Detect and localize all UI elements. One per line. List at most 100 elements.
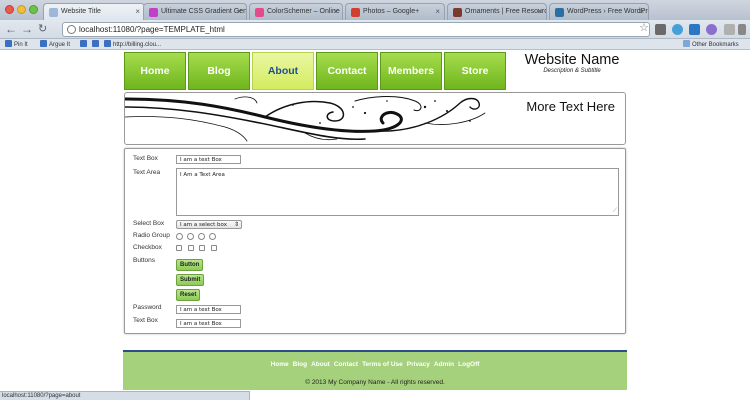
footer-link[interactable]: Home <box>271 361 289 368</box>
favicon-icon <box>555 8 564 17</box>
footer-link[interactable]: Contact <box>334 361 358 368</box>
radio-button[interactable] <box>187 233 194 240</box>
footer-link[interactable]: LogOff <box>458 361 479 368</box>
bookmark-w1[interactable] <box>80 40 89 48</box>
radio-button[interactable] <box>176 233 183 240</box>
nav-item-contact[interactable]: Contact <box>316 52 378 90</box>
textarea-value: I Am a Text Area <box>180 172 225 178</box>
extension-icon-4[interactable] <box>724 24 735 35</box>
bookmark-icon <box>80 40 87 47</box>
favicon-icon <box>149 8 158 17</box>
nav-item-home[interactable]: Home <box>124 52 186 90</box>
wrench-icon[interactable] <box>655 24 666 35</box>
browser-tab[interactable]: WordPress › Free WordPress× <box>549 3 649 20</box>
radio-group-label: Radio Group <box>133 232 170 239</box>
zoom-window-button[interactable] <box>29 5 38 14</box>
text-box-input[interactable]: I am a text Box <box>176 155 241 164</box>
menu-icon[interactable] <box>738 24 746 35</box>
close-tab-icon[interactable]: × <box>237 7 242 16</box>
favicon-icon <box>49 8 58 17</box>
tab-label: Website Title <box>61 8 101 15</box>
other-bookmarks[interactable]: Other Bookmarks <box>683 40 739 48</box>
tab-label: WordPress › Free WordPress <box>567 8 648 15</box>
bookmark-argue-it[interactable]: Argue It <box>40 40 70 48</box>
nav-item-blog[interactable]: Blog <box>188 52 250 90</box>
radio-button[interactable] <box>198 233 205 240</box>
select-label: Select Box <box>133 220 165 227</box>
browser-tab[interactable]: Ultimate CSS Gradient Gene × <box>143 3 247 20</box>
generic-button[interactable]: Button <box>176 259 204 271</box>
textbox2-label: Text Box <box>133 317 158 324</box>
tab-label: Photos – Google+ <box>363 8 420 15</box>
checkbox[interactable] <box>211 245 217 251</box>
address-bar[interactable]: localhost:11080/?page=TEMPLATE_html <box>62 22 650 37</box>
checkbox-label: Checkbox <box>133 244 162 251</box>
nav-item-store[interactable]: Store <box>444 52 506 90</box>
banner: More Text Here <box>124 92 626 145</box>
select-value: I am a select box <box>180 222 227 228</box>
favicon-icon <box>255 8 264 17</box>
bookmark-icon <box>40 40 47 47</box>
close-window-button[interactable] <box>5 5 14 14</box>
checkbox[interactable] <box>188 245 194 251</box>
resize-grip-icon[interactable]: ⟋ <box>613 208 617 214</box>
browser-toolbar: ← → ↻ localhost:11080/?page=TEMPLATE_htm… <box>0 20 750 39</box>
globe-icon <box>67 25 76 34</box>
footer-link[interactable]: Admin <box>434 361 454 368</box>
close-tab-icon[interactable]: × <box>435 7 440 16</box>
browser-tab[interactable]: Ornaments | Free Resource × <box>447 3 547 20</box>
bookmark-billing[interactable]: http://billing.clou... <box>104 40 161 48</box>
select-box[interactable]: I am a select box ⇕ <box>176 220 242 229</box>
site-subtitle: Description & Subtitle <box>543 68 601 74</box>
close-tab-icon[interactable]: × <box>639 7 644 16</box>
tab-label: ColorSchemer – Online Colo <box>267 8 342 15</box>
textarea-label: Text Area <box>133 169 161 176</box>
browser-tab[interactable]: Website Title × <box>43 3 145 20</box>
reset-button[interactable]: Reset <box>176 289 201 301</box>
reload-icon[interactable]: ↻ <box>38 22 47 36</box>
browser-tab[interactable]: Photos – Google+ × <box>345 3 445 20</box>
form-panel: Text Box I am a text Box Text Area I Am … <box>124 148 626 334</box>
checkbox[interactable] <box>199 245 205 251</box>
close-tab-icon[interactable]: × <box>537 7 542 16</box>
browser-tab[interactable]: ColorSchemer – Online Colo× <box>249 3 343 20</box>
bookmark-icon <box>92 40 99 47</box>
banner-text: More Text Here <box>526 99 615 114</box>
tab-label: Ornaments | Free Resource <box>465 8 547 15</box>
footer-link[interactable]: Blog <box>293 361 307 368</box>
select-arrows-icon: ⇕ <box>233 221 239 228</box>
text-area[interactable]: I Am a Text Area ⟋ <box>176 168 619 216</box>
status-bar: localhost:11080/?page=about <box>0 391 250 400</box>
minimize-window-button[interactable] <box>17 5 26 14</box>
close-tab-icon[interactable]: × <box>135 7 140 16</box>
nav-item-members[interactable]: Members <box>380 52 442 90</box>
bookmarks-bar: Pin It Argue It http://billing.clou... O… <box>0 39 750 50</box>
extension-icon-1[interactable] <box>672 24 683 35</box>
text-box-input-2[interactable]: I am a text Box <box>176 319 241 328</box>
back-icon[interactable]: ← <box>5 22 17 36</box>
bookmark-pin-it[interactable]: Pin It <box>5 40 28 48</box>
close-tab-icon[interactable]: × <box>333 7 338 16</box>
bookmark-w2[interactable] <box>92 40 101 48</box>
favicon-icon <box>453 8 462 17</box>
nav-item-about[interactable]: About <box>252 52 314 90</box>
footer-links: Home Blog About Contact Terms of Use Privacy A… <box>123 361 627 368</box>
textbox-label: Text Box <box>133 155 158 162</box>
star-icon[interactable]: ☆ <box>639 21 649 34</box>
extension-icon-2[interactable] <box>689 24 700 35</box>
tab-label: Ultimate CSS Gradient Gene <box>161 8 247 15</box>
footer-link[interactable]: Privacy <box>407 361 430 368</box>
checkbox[interactable] <box>176 245 182 251</box>
password-input[interactable]: I am a text Box <box>176 305 241 314</box>
footer-link[interactable]: Terms of Use <box>362 361 403 368</box>
password-label: Password <box>133 304 162 311</box>
copyright: © 2013 My Company Name - All rights rese… <box>305 379 445 386</box>
bookmark-icon <box>104 40 111 47</box>
footer-link[interactable]: About <box>311 361 330 368</box>
radio-button[interactable] <box>209 233 216 240</box>
extension-icon-3[interactable] <box>706 24 717 35</box>
submit-button[interactable]: Submit <box>176 274 205 286</box>
forward-icon[interactable]: → <box>21 22 33 36</box>
main-nav: Home Blog About Contact Members Store <box>124 52 508 91</box>
url-text: localhost:11080/?page=TEMPLATE_html <box>79 25 225 34</box>
